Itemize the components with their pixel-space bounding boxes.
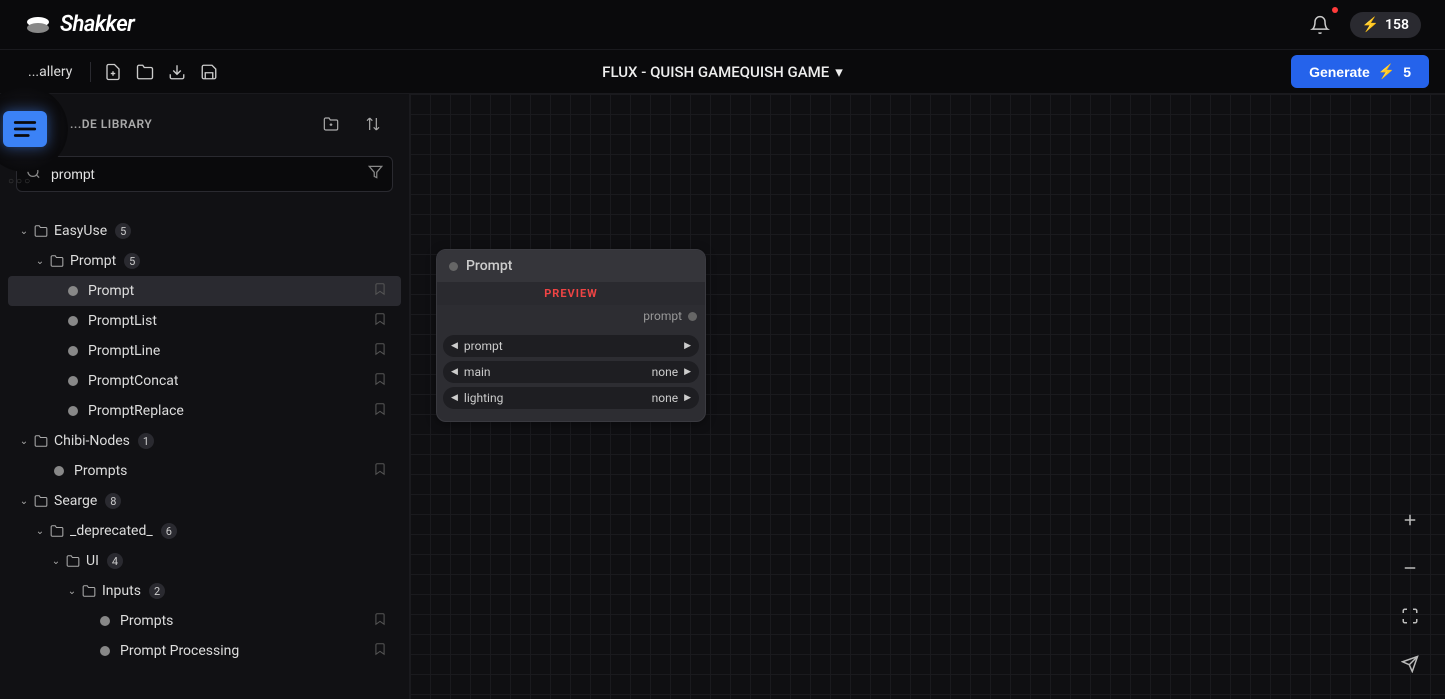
tree-item-promptconcat[interactable]: PromptConcat [8,366,401,396]
bookmark-icon[interactable] [373,642,387,660]
node-dot-icon [100,616,110,626]
locate-button[interactable] [1393,647,1427,681]
tree-item-prompt-processing[interactable]: Prompt Processing [8,636,401,666]
save-button[interactable] [193,56,225,88]
logo-icon [24,14,52,36]
brand-logo[interactable]: Shakker [24,12,134,37]
node-dot-icon [68,286,78,296]
tree-folder-deprecated[interactable]: ⌄ _deprecated_ 6 [8,516,401,546]
panel-title: ...DE LIBRARY [70,117,152,131]
folder-icon [82,584,96,598]
chevron-down-icon: ⌄ [48,556,64,567]
bookmark-icon[interactable] [373,462,387,480]
search-input[interactable] [16,156,393,192]
node-prompt[interactable]: Prompt PREVIEW prompt ◀prompt ▶ ◀main no… [436,249,706,422]
tree-item-chibi-prompts[interactable]: Prompts [8,456,401,486]
triangle-right-icon: ▶ [684,393,691,403]
separator [90,62,91,82]
sort-button[interactable] [357,108,389,140]
bookmark-icon[interactable] [373,402,387,420]
tree-item-promptreplace[interactable]: PromptReplace [8,396,401,426]
chevron-down-icon: ⌄ [16,436,32,447]
chevron-down-icon: ⌄ [16,226,32,237]
folder-icon [34,494,48,508]
fullscreen-button[interactable] [1393,599,1427,633]
generate-label: Generate [1309,64,1370,80]
tree-folder-inputs[interactable]: ⌄ Inputs 2 [8,576,401,606]
node-dot-icon [68,376,78,386]
zoom-out-button[interactable] [1393,551,1427,585]
notifications-button[interactable] [1304,9,1336,41]
bookmark-icon[interactable] [373,612,387,630]
credits-value: 158 [1385,17,1409,33]
triangle-left-icon: ◀ [451,341,458,351]
tree-item-promptline[interactable]: PromptLine [8,336,401,366]
node-dot-icon [100,646,110,656]
triangle-right-icon: ▶ [684,367,691,377]
node-status-dot-icon [449,262,458,271]
output-dot-icon [688,312,697,321]
canvas-controls [1393,503,1427,681]
node-output-port[interactable]: prompt [437,305,705,329]
chevron-down-icon: ⌄ [32,256,48,267]
tree-folder-prompt[interactable]: ⌄ Prompt 5 [8,246,401,276]
node-param-main[interactable]: ◀main none▶ [443,361,699,383]
node-dot-icon [54,466,64,476]
brand-name: Shakker [60,12,134,37]
tree-item-inputs-prompts[interactable]: Prompts [8,606,401,636]
triangle-left-icon: ◀ [451,367,458,377]
bolt-icon: ⚡ [1362,17,1379,33]
folder-icon [50,254,64,268]
project-title-dropdown[interactable]: FLUX - QUISH GAMEQUISH GAME ▾ [602,63,843,81]
node-param-prompt[interactable]: ◀prompt ▶ [443,335,699,357]
tree-item-promptlist[interactable]: PromptList [8,306,401,336]
generate-button[interactable]: Generate ⚡ 5 [1291,55,1429,88]
download-button[interactable] [161,56,193,88]
chevron-down-icon: ⌄ [16,496,32,507]
caret-down-icon: ▾ [835,63,843,81]
node-dot-icon [68,406,78,416]
bookmark-icon[interactable] [373,282,387,300]
filter-button[interactable] [368,165,383,184]
node-param-lighting[interactable]: ◀lighting none▶ [443,387,699,409]
project-title: FLUX - QUISH GAMEQUISH GAME [602,63,829,81]
node-canvas[interactable]: Prompt PREVIEW prompt ◀prompt ▶ ◀main no… [410,94,1445,699]
credits-pill[interactable]: ⚡ 158 [1350,12,1421,38]
folder-icon [34,224,48,238]
gallery-link[interactable]: ...allery [16,64,84,80]
node-dot-icon [68,316,78,326]
new-file-button[interactable] [97,56,129,88]
zoom-in-button[interactable] [1393,503,1427,537]
node-preview-label: PREVIEW [437,282,705,305]
folder-icon [34,434,48,448]
tree-folder-searge[interactable]: ⌄ Searge 8 [8,486,401,516]
library-icon [3,111,47,147]
tree-item-prompt[interactable]: Prompt [8,276,401,306]
triangle-left-icon: ◀ [451,393,458,403]
generate-cost: 5 [1403,64,1411,80]
node-tree: ⌄ EasyUse 5 ⌄ Prompt 5 Prompt PromptList [0,198,409,699]
new-folder-button[interactable] [315,108,347,140]
app-header: Shakker ⚡ 158 [0,0,1445,50]
triangle-right-icon: ▶ [684,341,691,351]
chevron-down-icon: ⌄ [64,586,80,597]
tree-folder-chibi[interactable]: ⌄ Chibi-Nodes 1 [8,426,401,456]
node-library-panel: ...DE LIBRARY ⌄ [0,94,410,699]
open-folder-button[interactable] [129,56,161,88]
toolbar: ...allery FLUX - QUISH GAMEQUISH GAME ▾ … [0,50,1445,94]
chevron-down-icon: ⌄ [32,526,48,537]
drag-dots-icon: ○○○ [8,176,32,187]
folder-icon [66,554,80,568]
bookmark-icon[interactable] [373,372,387,390]
node-title: Prompt [466,258,512,274]
node-header[interactable]: Prompt [437,250,705,282]
folder-icon [50,524,64,538]
bookmark-icon[interactable] [373,342,387,360]
tree-folder-easyuse[interactable]: ⌄ EasyUse 5 [8,216,401,246]
tree-folder-ui[interactable]: ⌄ UI 4 [8,546,401,576]
node-dot-icon [68,346,78,356]
notification-dot-icon [1332,7,1338,13]
bookmark-icon[interactable] [373,312,387,330]
bolt-icon: ⚡ [1378,63,1395,80]
